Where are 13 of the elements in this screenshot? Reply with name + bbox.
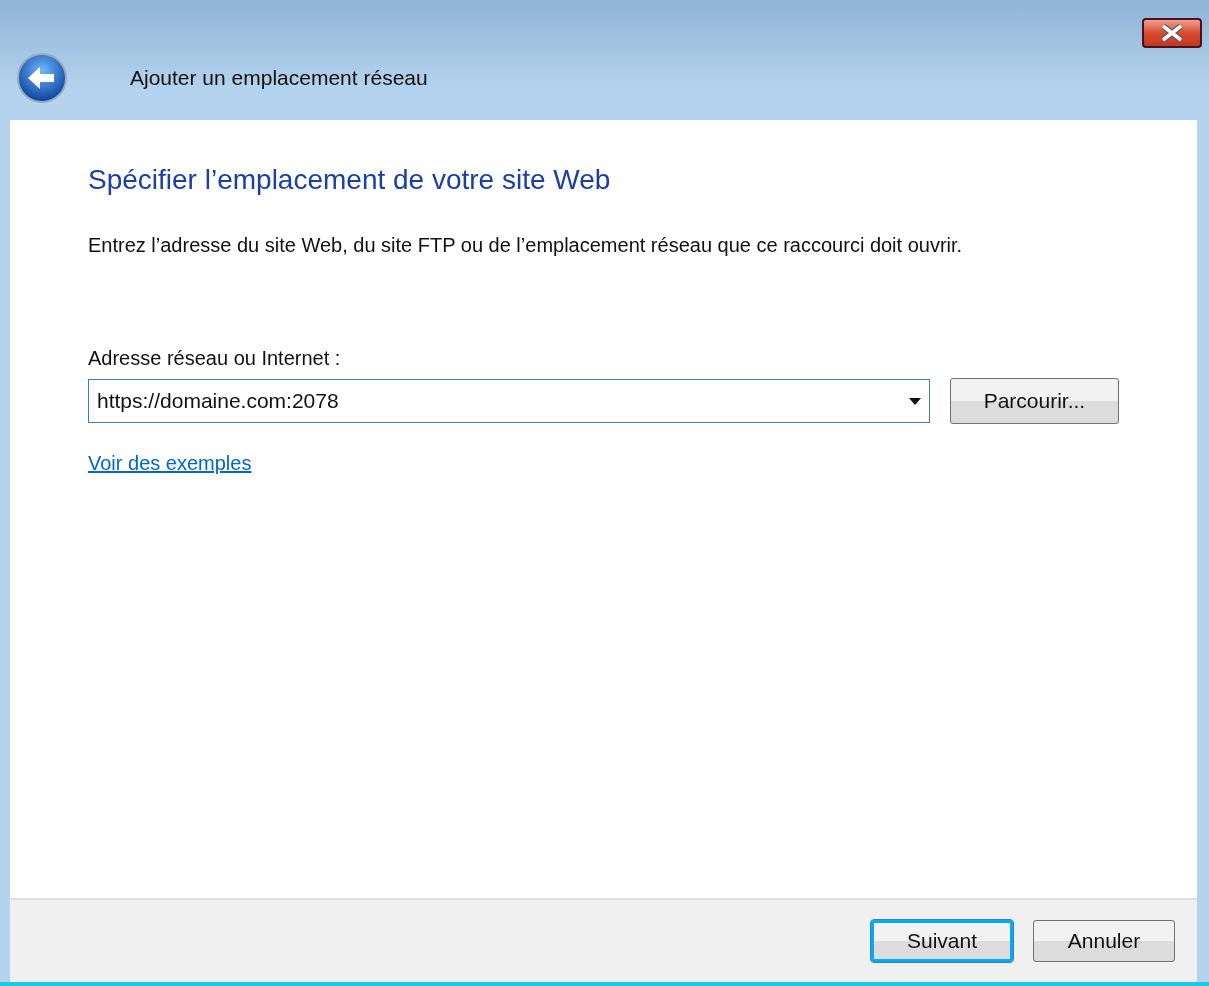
cancel-button[interactable]: Annuler bbox=[1033, 920, 1175, 962]
address-combobox[interactable]: https://domaine.com:2078 bbox=[88, 379, 930, 423]
next-button[interactable]: Suivant bbox=[871, 920, 1013, 962]
browse-button[interactable]: Parcourir... bbox=[949, 378, 1119, 424]
examples-link[interactable]: Voir des exemples bbox=[88, 452, 252, 475]
close-button[interactable] bbox=[1142, 18, 1202, 48]
back-button[interactable] bbox=[16, 52, 68, 104]
dropdown-caret-icon bbox=[908, 397, 921, 405]
page-heading: Spécifier l’emplacement de votre site Web bbox=[88, 164, 612, 196]
window-title: Ajouter un emplacement réseau bbox=[130, 66, 428, 90]
instruction-text: Entrez l’adresse du site Web, du site FTP ou de l’emplacement réseau que ce raccourci doit ouvrir. bbox=[88, 234, 964, 257]
close-icon bbox=[1160, 24, 1184, 42]
address-label: Adresse réseau ou Internet : bbox=[88, 347, 342, 370]
